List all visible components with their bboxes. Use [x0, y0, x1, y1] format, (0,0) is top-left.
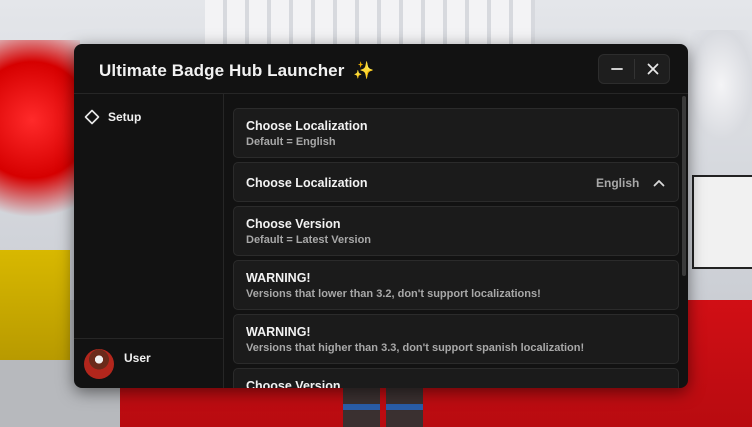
- window-title-text: Ultimate Badge Hub Launcher: [99, 61, 345, 80]
- user-name: User: [124, 351, 151, 365]
- launcher-window: Ultimate Badge Hub Launcher ✨ Setup User…: [74, 44, 688, 388]
- card-description: Default = English: [246, 136, 336, 148]
- card-title: Choose Version: [246, 379, 341, 388]
- background-white-box: [692, 175, 752, 269]
- sidebar-item-label: Setup: [108, 110, 142, 124]
- card-title: Choose Localization: [246, 119, 368, 133]
- background-yellow-block: [0, 250, 70, 360]
- paragraph-choose-localization: Choose Localization Default = English: [233, 108, 679, 158]
- card-title: WARNING!: [246, 325, 311, 339]
- card-description: Default = Latest Version: [246, 234, 372, 246]
- content-scrollbar[interactable]: [682, 96, 686, 276]
- dropdown-label: Choose Localization: [246, 176, 368, 190]
- dropdown-selected-value: English: [596, 176, 640, 190]
- user-panel[interactable]: User: [74, 338, 223, 388]
- chevron-up-icon[interactable]: [652, 176, 666, 190]
- card-description: Versions that lower than 3.2, don't supp…: [246, 288, 541, 300]
- close-icon: [647, 63, 658, 75]
- warning-spanish-support: WARNING! Versions that higher than 3.3, …: [233, 314, 679, 364]
- window-controls: [598, 54, 670, 84]
- sparkle-icon: ✨: [353, 61, 375, 80]
- paragraph-choose-version: Choose Version Default = Latest Version: [233, 206, 679, 256]
- title-bar[interactable]: Ultimate Badge Hub Launcher ✨: [74, 44, 688, 94]
- background-character-shoes: [343, 404, 423, 410]
- minimize-button[interactable]: [599, 55, 634, 83]
- dropdown-localization[interactable]: Choose Localization English: [233, 162, 679, 202]
- background-red-avatar: [0, 40, 80, 240]
- warning-localization-support: WARNING! Versions that lower than 3.2, d…: [233, 260, 679, 310]
- background-glove: [690, 30, 752, 140]
- diamond-outline-icon: [84, 109, 100, 125]
- settings-list[interactable]: Choose Localization Default = English Ch…: [224, 94, 688, 388]
- card-description: Versions that higher than 3.3, don't sup…: [246, 342, 585, 354]
- sidebar-item-setup[interactable]: Setup: [84, 107, 214, 127]
- card-title: WARNING!: [246, 271, 311, 285]
- close-button[interactable]: [635, 55, 670, 83]
- card-title: Choose Version: [246, 217, 341, 231]
- minimize-icon: [610, 68, 623, 70]
- window-title: Ultimate Badge Hub Launcher ✨: [99, 61, 375, 81]
- sidebar: Setup User: [74, 94, 224, 388]
- dropdown-version[interactable]: Choose Version: [233, 368, 679, 388]
- avatar: [84, 349, 114, 379]
